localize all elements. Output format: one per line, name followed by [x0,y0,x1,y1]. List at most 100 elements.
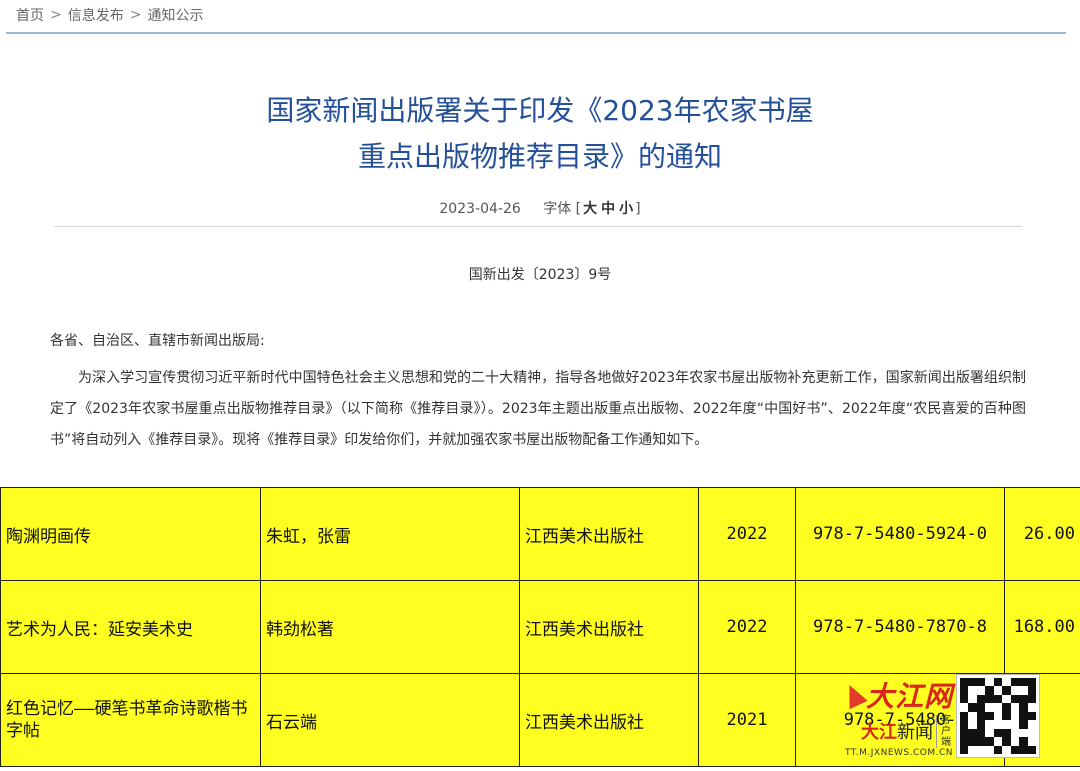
page-title: 国家新闻出版署关于印发《2023年农家书屋 重点出版物推荐目录》的通知 [0,88,1080,180]
breadcrumb-home-link[interactable]: 首页 [16,5,44,25]
watermark-news-row: 大江新闻 客户端 [861,714,953,748]
qr-cell [1011,712,1019,720]
qr-cell [993,728,1003,738]
qr-cell [1002,703,1011,712]
qr-cell [968,712,976,720]
qr-cell [1028,737,1036,745]
book-year-cell: 2021 [698,673,796,767]
watermark-brand-block: 大江网 大江新闻 客户端 TT.M.JXNEWS.COM.CN [840,675,954,758]
qr-cell [1010,745,1020,754]
watermark-url: TT.M.JXNEWS.COM.CN [845,747,954,758]
font-size-small-button[interactable]: 小 [619,201,633,217]
publish-date: 2023-04-26 [439,201,521,217]
qr-cell [985,746,993,754]
book-title-cell: 红色记忆——硬笔书革命诗歌楷书字帖 [0,673,261,767]
breadcrumb-info-link[interactable]: 信息发布 [68,5,124,25]
book-isbn-cell: 978-7-5480-7870-8 [795,580,1005,674]
book-year-cell: 2022 [698,487,796,581]
qr-cell [960,711,969,721]
qr-cell [976,720,986,729]
qr-cell [985,703,993,711]
title-line-1: 国家新闻出版署关于印发《2023年农家书屋 [266,94,814,127]
qr-cell [1002,737,1011,746]
qr-cell [1019,737,1028,746]
qr-cell [985,686,994,695]
qr-cell [968,703,977,712]
qr-cell [1019,711,1028,721]
book-price-cell: 168.00 [1004,580,1080,674]
qr-cell [968,737,977,746]
qr-cell [968,746,976,754]
qr-cell [994,737,1002,745]
font-size-large-button[interactable]: 大 [583,201,597,217]
qr-cell [968,686,976,694]
qr-cell [1019,745,1028,754]
book-title-cell: 陶渊明画传 [0,487,261,581]
qr-cell [993,745,1003,754]
qr-cell [1028,703,1036,711]
qr-cell [1010,678,1020,687]
qr-cell [994,703,1002,711]
qr-cell [985,737,994,746]
qr-cell [985,694,994,704]
qr-code-icon [957,675,1040,757]
qr-cell [976,737,986,746]
body-paragraph: 为深入学习宣传贯彻习近平新时代中国特色社会主义思想和党的二十大精神，指导各地做好… [50,370,1026,448]
qr-cell [960,728,969,738]
book-author-cell: 韩劲松著 [260,580,520,674]
watermark-client-label: 客户端 [936,714,953,748]
font-size-bracket-open: [ [575,201,582,217]
document-number: 国新出发〔2023〕9号 [468,267,612,283]
font-size-bracket-close: ] [635,201,641,217]
table-row: 陶渊明画传 朱虹，张雷 江西美术出版社 2022 978-7-5480-5924… [0,487,1080,581]
qr-cell [1027,745,1037,754]
qr-cell [960,737,969,746]
breadcrumb-notice-link[interactable]: 通知公示 [147,5,203,25]
qr-cell [1002,695,1010,703]
qr-cell [1027,678,1037,687]
qr-cell [977,686,985,694]
article-meta: 2023-04-26 字体 [大中小] [0,198,1080,220]
qr-cell [1011,737,1019,745]
qr-cell [976,728,986,738]
qr-cell [960,694,969,704]
salutation: 各省、自治区、直辖市新闻出版局: [50,333,265,349]
qr-cell [993,678,1003,687]
book-isbn-cell: 978-7-5480-5924-0 [795,487,1005,581]
qr-cell [1019,694,1028,704]
font-size-medium-button[interactable]: 中 [601,201,615,217]
watermark-news-label: 大江新闻 [861,718,933,744]
header-divider [6,32,1066,34]
qr-cell [994,712,1002,720]
qr-cell [968,678,977,687]
qr-cell [977,746,985,754]
qr-cell [1002,686,1011,695]
qr-cell [1019,720,1028,729]
watermark-brand: 大江网 [866,679,954,713]
font-size-label: 字体 [543,201,572,217]
book-author-cell: 石云端 [260,673,520,767]
font-size-switcher: 字体 [大中小] [543,201,640,217]
qr-cell [960,678,969,687]
qr-cell [993,694,1003,704]
qr-cell [1011,703,1019,711]
qr-cell [1011,729,1019,737]
qr-cell [976,694,986,704]
qr-cell [976,703,986,712]
qr-cell [968,728,977,738]
qr-cell [1027,711,1037,721]
book-year-cell: 2022 [698,580,796,674]
qr-cell [1011,686,1019,694]
qr-cell [1002,720,1010,728]
qr-cell [985,711,994,721]
qr-cell [960,745,969,754]
qr-cell [1011,720,1019,728]
qr-cell [1028,720,1036,728]
qr-cell [1027,694,1037,704]
qr-cell [1002,728,1011,738]
table-row: 艺术为人民：延安美术史 韩劲松著 江西美术出版社 2022 978-7-5480… [0,580,1080,674]
breadcrumb-separator: > [50,7,62,23]
book-publisher-cell: 江西美术出版社 [519,673,699,767]
qr-cell [976,678,986,687]
qr-cell [994,686,1002,694]
